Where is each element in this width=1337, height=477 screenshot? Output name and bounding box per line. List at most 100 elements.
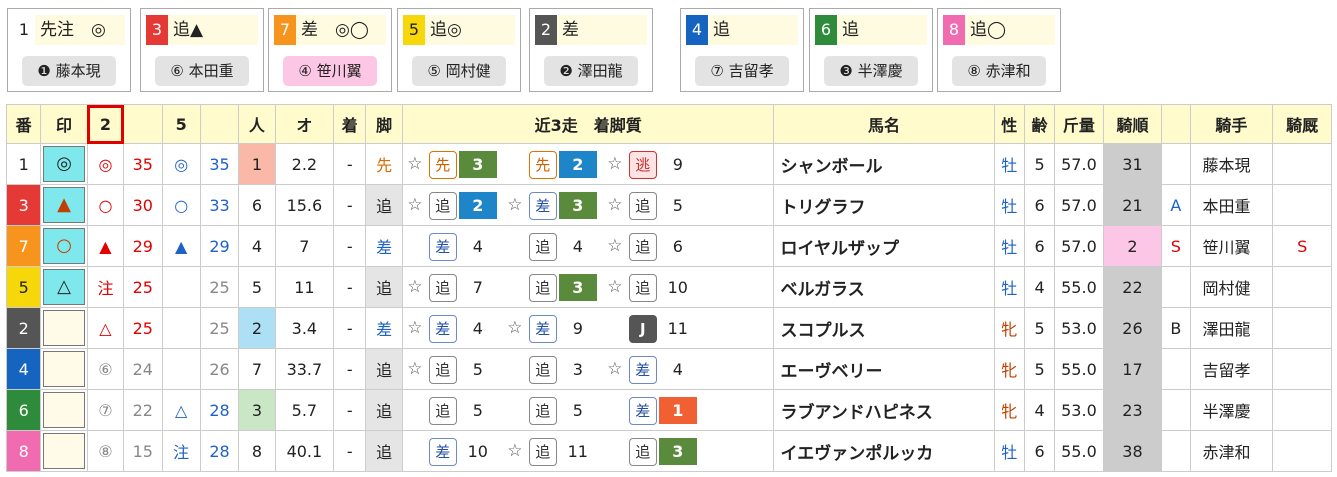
card-jockey-button[interactable]: ④ 笹川翼 <box>283 56 377 86</box>
card-marks: 差 ◎◯ <box>301 20 369 40</box>
jockey-grade <box>1161 430 1191 472</box>
horse-card[interactable]: 6追 ❸ 半澤慶 <box>809 8 933 92</box>
horse-card[interactable]: 4追 ⑦ 吉留孝 <box>680 8 804 92</box>
race-position-style: 追 <box>428 397 457 425</box>
card-jockey-button[interactable]: ⑧ 赤津和 <box>952 56 1046 86</box>
horse-name[interactable]: トリグラフ <box>773 184 995 226</box>
horse-number: 1 <box>5 143 42 185</box>
jockey-name[interactable]: 半澤慶 <box>1189 389 1274 431</box>
horse-sex: 牡 <box>993 225 1025 267</box>
race-position-style: J <box>628 315 657 343</box>
horse-card[interactable]: 1 先注 ◎ ❶ 藤本現 <box>7 8 131 92</box>
table-row[interactable]: 5 △ 注 25 25 5 11- 追 ☆ 追 7 追 3 ☆ 追 10 ベルガラス牡 4 55.0 22 岡村健 <box>5 266 1332 308</box>
header-shirushi[interactable]: 印 <box>40 104 88 144</box>
table-row[interactable]: 3 ▲ ○ 30 ○ 33 6 15.6- 追 ☆ 追 2 ☆ 差 3 ☆ 追 5 トリグラフ牡 6 57.0 21 A 本田… <box>5 184 1332 226</box>
header-recent[interactable]: 近3走 着脚質 <box>401 104 775 144</box>
header-ashi[interactable]: 脚 <box>365 104 403 144</box>
header-kijun[interactable]: 騎順 <box>1102 104 1163 144</box>
jockey-name[interactable]: 澤田龍 <box>1189 307 1274 349</box>
jockey-name[interactable]: 岡村健 <box>1189 266 1274 308</box>
jockey-name[interactable]: 藤本現 <box>1189 143 1274 185</box>
card-number: 4 <box>686 15 708 45</box>
col2-value: 22 <box>123 389 163 431</box>
recent-race: 差1 <box>603 395 703 425</box>
jockey-name[interactable]: 本田重 <box>1189 184 1274 226</box>
header-chaku[interactable]: 着 <box>333 104 367 144</box>
mark-cell[interactable]: ▲ <box>40 184 88 226</box>
header-age[interactable]: 齢 <box>1023 104 1056 144</box>
mark-cell[interactable]: ○ <box>40 225 88 267</box>
card-jockey-button[interactable]: ❸ 半澤慶 <box>824 56 918 86</box>
header-jockey[interactable]: 騎手 <box>1189 104 1274 144</box>
header-sex[interactable]: 性 <box>993 104 1025 144</box>
horse-card[interactable]: 7差 ◎◯ ④ 笹川翼 <box>268 8 392 92</box>
mark-cell[interactable] <box>40 307 88 349</box>
mark-cell[interactable]: △ <box>40 266 88 308</box>
header-kyusha[interactable]: 騎厩 <box>1272 104 1332 144</box>
table-row[interactable]: 4 ⑥ 24 26 7 33.7- 追 ☆ 追 5 追 3 ☆ 差 4 エーヴベリー牝 5 55.0 17 吉留孝 <box>5 348 1332 390</box>
horse-name[interactable]: ラブアンドハピネス <box>773 389 995 431</box>
table-row[interactable]: 8 ⑧ 15 注 28 8 40.1- 追差 10 ☆ 追 11 追 3 イエヴァンポルッカ牡 6 55.0 38… <box>5 430 1332 472</box>
running-style: 差 <box>365 307 403 349</box>
card-jockey-button[interactable]: ❶ 藤本現 <box>22 56 116 86</box>
horse-card[interactable]: 5 追◎ ⑤ 岡村健 <box>397 8 521 92</box>
mark-select[interactable]: ▲ <box>43 187 85 223</box>
mark-select[interactable]: △ <box>43 269 85 305</box>
race-finish: 3 <box>558 274 597 301</box>
horse-number: 8 <box>5 430 42 472</box>
header-ban[interactable]: 番 <box>5 104 42 144</box>
table-row[interactable]: 7 ○ ▲ 29 ▲ 29 4 7- 差差 4 追 4 ☆ 追 6 ロイヤルザップ牡 6 57.0 2 S 笹川翼 S <box>5 225 1332 267</box>
header-name[interactable]: 馬名 <box>773 104 995 144</box>
table-row[interactable]: 2 △ 25 25 2 3.4- 差 ☆ 差 4 ☆ 差 9 J 11 スコプルス牝 5 53.0 26 B 澤田龍 <box>5 307 1332 349</box>
popularity: 4 <box>238 225 276 267</box>
header-odds[interactable]: オ <box>274 104 335 144</box>
jockey-name[interactable]: 赤津和 <box>1189 430 1274 472</box>
header-ninki[interactable]: 人 <box>238 104 276 144</box>
mark-select[interactable] <box>43 392 85 428</box>
mark-select[interactable] <box>43 310 85 346</box>
horse-name[interactable]: ロイヤルザップ <box>773 225 995 267</box>
header-col5[interactable]: 5 <box>161 104 201 144</box>
horse-card[interactable]: 2差 ❷ 澤田龍 <box>529 8 653 92</box>
recent-race: 先2 <box>503 149 603 179</box>
header-col2[interactable]: 2 <box>86 104 125 144</box>
table-row[interactable]: 1 ◎ ◎ 35 ◎ 35 1 2.2- 先 ☆ 先 3 先 2 ☆ 逃 9 シャンボール牡 5 57.0 31 藤本現 <box>5 143 1332 185</box>
race-finish: 9 <box>672 155 683 174</box>
card-jockey-button[interactable]: ⑥ 本田重 <box>155 56 249 86</box>
horse-name[interactable]: スコプルス <box>773 307 995 349</box>
card-jockey-button[interactable]: ⑤ 岡村健 <box>412 56 506 86</box>
mark-select[interactable]: ○ <box>43 228 85 264</box>
running-style: 追 <box>365 266 403 308</box>
card-jockey-button[interactable]: ❷ 澤田龍 <box>544 56 638 86</box>
carried-weight: 57.0 <box>1054 225 1104 267</box>
mark-select[interactable]: ◎ <box>43 146 85 182</box>
mark-cell[interactable] <box>40 430 88 472</box>
jockey-name[interactable]: 吉留孝 <box>1189 348 1274 390</box>
mark-cell[interactable]: ◎ <box>40 143 88 185</box>
popularity: 2 <box>238 307 276 349</box>
horse-card[interactable]: 8 追◯ ⑧ 赤津和 <box>937 8 1061 92</box>
mark-select[interactable] <box>43 351 85 387</box>
col5-value: 26 <box>199 348 240 390</box>
jockey-name[interactable]: 笹川翼 <box>1189 225 1274 267</box>
race-position-style: 追 <box>528 233 557 261</box>
horse-name[interactable]: イエヴァンポルッカ <box>773 430 995 472</box>
horse-name[interactable]: シャンボール <box>773 143 995 185</box>
mark-cell[interactable] <box>40 389 88 431</box>
table-row[interactable]: 6 ⑦ 22 △ 28 3 5.7- 追追 5 追 5 差 1 ラブアンドハピネス牝 4 53.0 23 半澤慶 <box>5 389 1332 431</box>
horse-card[interactable]: 3 追▲ ⑥ 本田重 <box>140 8 264 92</box>
recent-race: ☆ 追 11 <box>503 436 603 466</box>
header-weight[interactable]: 斤量 <box>1054 104 1104 144</box>
recent-3-races: 差 10 ☆ 追 11 追 3 <box>401 430 775 472</box>
card-header: 4追 <box>686 15 798 45</box>
horse-name[interactable]: ベルガラス <box>773 266 995 308</box>
recent-3-races: ☆ 差 4 ☆ 差 9 J 11 <box>401 307 775 349</box>
popularity: 7 <box>238 348 276 390</box>
card-jockey-button[interactable]: ⑦ 吉留孝 <box>695 56 789 86</box>
card-header: 3 追▲ <box>146 15 258 45</box>
horse-sex: 牝 <box>993 307 1025 349</box>
mark-select[interactable] <box>43 433 85 469</box>
stable-grade <box>1272 348 1332 390</box>
mark-cell[interactable] <box>40 348 88 390</box>
horse-name[interactable]: エーヴベリー <box>773 348 995 390</box>
